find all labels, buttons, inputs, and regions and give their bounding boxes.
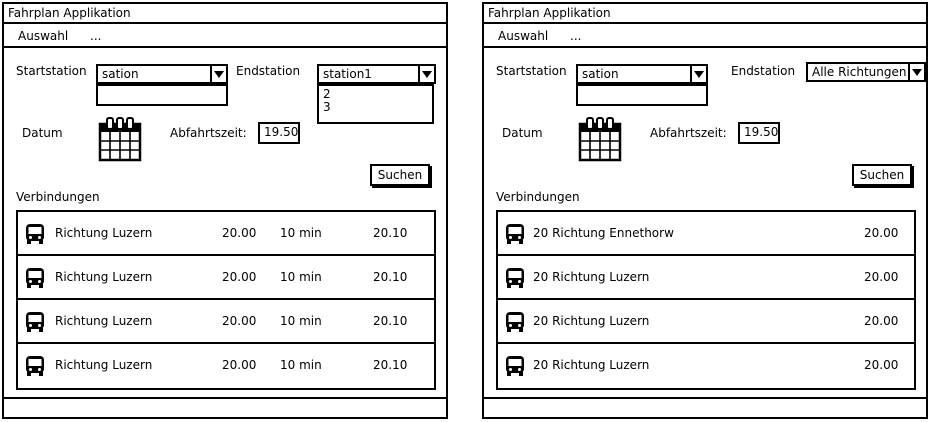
connection-direction: 20 Richtung Ennethorw <box>533 226 674 240</box>
connection-direction: 20 Richtung Luzern <box>533 314 650 328</box>
connection-arrival: 20.10 <box>373 314 408 328</box>
connections-label: Verbindungen <box>16 190 100 204</box>
connection-row[interactable]: Richtung Luzern 20.00 10 min 20.10 <box>18 300 434 344</box>
connection-departure: 20.00 <box>864 270 899 284</box>
connection-departure: 20.00 <box>222 314 257 328</box>
end-station-label: Endstation <box>731 64 796 78</box>
menu-bar: Auswahl ... <box>4 26 446 48</box>
connections-list: Richtung Luzern 20.00 10 min 20.10 Richt… <box>16 210 436 390</box>
departure-time-input[interactable]: 19.50 <box>738 122 780 144</box>
connection-direction: 20 Richtung Luzern <box>533 270 650 284</box>
connection-departure: 20.00 <box>222 226 257 240</box>
bus-icon <box>506 356 524 376</box>
start-station-value: sation <box>582 67 619 81</box>
connection-direction: Richtung Luzern <box>55 226 153 240</box>
chevron-down-icon[interactable] <box>418 66 434 82</box>
search-button[interactable]: Suchen <box>852 164 912 186</box>
window-left: Fahrplan Applikation Auswahl ... Startst… <box>2 2 448 419</box>
connection-direction: Richtung Luzern <box>55 314 153 328</box>
connections-list: 20 Richtung Ennethorw 20.00 20 Richtung … <box>496 210 916 390</box>
connection-direction: Richtung Luzern <box>55 358 153 372</box>
connection-row[interactable]: 20 Richtung Luzern 20.00 <box>498 300 914 344</box>
start-station-label: Startstation <box>16 64 87 78</box>
window-title: Fahrplan Applikation <box>484 4 926 24</box>
connection-departure: 20.00 <box>864 358 899 372</box>
window-right: Fahrplan Applikation Auswahl ... Startst… <box>482 2 928 419</box>
connection-departure: 20.00 <box>864 314 899 328</box>
option-item[interactable]: 2 <box>323 88 428 101</box>
connection-arrival: 20.10 <box>373 358 408 372</box>
start-station-label: Startstation <box>496 64 567 78</box>
connection-row[interactable]: 20 Richtung Luzern 20.00 <box>498 256 914 300</box>
option-item[interactable]: 3 <box>323 101 428 114</box>
bus-icon <box>506 312 524 332</box>
menu-item-auswahl[interactable]: Auswahl <box>498 29 548 43</box>
menu-item-more[interactable]: ... <box>90 29 101 43</box>
end-station-value: Alle Richtungen <box>812 65 907 79</box>
connection-departure: 20.00 <box>864 226 899 240</box>
connection-duration: 10 min <box>280 314 322 328</box>
start-station-dropdown[interactable]: sation <box>576 64 708 84</box>
bus-icon <box>26 356 44 376</box>
connection-arrival: 20.10 <box>373 270 408 284</box>
calendar-icon[interactable] <box>578 116 622 162</box>
bus-icon <box>26 268 44 288</box>
start-station-suggestions[interactable] <box>96 84 228 106</box>
bus-icon <box>26 224 44 244</box>
date-label: Datum <box>502 126 543 140</box>
end-station-value: station1 <box>323 67 372 81</box>
app-title: Fahrplan Applikation <box>488 6 611 20</box>
end-station-options: 2 3 <box>317 84 434 124</box>
connection-direction: 20 Richtung Luzern <box>533 358 650 372</box>
app-title: Fahrplan Applikation <box>8 6 131 20</box>
connection-row[interactable]: Richtung Luzern 20.00 10 min 20.10 <box>18 256 434 300</box>
connection-duration: 10 min <box>280 270 322 284</box>
connection-duration: 10 min <box>280 358 322 372</box>
end-station-dropdown[interactable]: Alle Richtungen <box>806 62 926 82</box>
menu-item-more[interactable]: ... <box>570 29 581 43</box>
window-title: Fahrplan Applikation <box>4 4 446 24</box>
menu-item-auswahl[interactable]: Auswahl <box>18 29 68 43</box>
date-label: Datum <box>22 126 63 140</box>
search-button[interactable]: Suchen <box>370 164 430 186</box>
connection-departure: 20.00 <box>222 358 257 372</box>
start-station-value: sation <box>102 67 139 81</box>
connections-label: Verbindungen <box>496 190 580 204</box>
chevron-down-icon[interactable] <box>690 66 706 82</box>
start-station-suggestions[interactable] <box>576 84 708 106</box>
connection-row[interactable]: Richtung Luzern 20.00 10 min 20.10 <box>18 344 434 388</box>
status-bar <box>484 397 926 417</box>
end-station-label: Endstation <box>236 64 301 78</box>
departure-time-label: Abfahrtszeit: <box>650 126 727 140</box>
chevron-down-icon[interactable] <box>908 64 924 80</box>
calendar-icon[interactable] <box>98 116 142 162</box>
end-station-dropdown[interactable]: station1 <box>317 64 436 84</box>
bus-icon <box>506 268 524 288</box>
connection-arrival: 20.10 <box>373 226 408 240</box>
connection-row[interactable]: Richtung Luzern 20.00 10 min 20.10 <box>18 212 434 256</box>
chevron-down-icon[interactable] <box>210 66 226 82</box>
bus-icon <box>26 312 44 332</box>
connection-direction: Richtung Luzern <box>55 270 153 284</box>
departure-time-input[interactable]: 19.50 <box>258 122 300 144</box>
bus-icon <box>506 224 524 244</box>
connection-row[interactable]: 20 Richtung Luzern 20.00 <box>498 344 914 388</box>
connection-duration: 10 min <box>280 226 322 240</box>
connection-departure: 20.00 <box>222 270 257 284</box>
departure-time-label: Abfahrtszeit: <box>170 126 247 140</box>
connection-row[interactable]: 20 Richtung Ennethorw 20.00 <box>498 212 914 256</box>
status-bar <box>4 397 446 417</box>
menu-bar: Auswahl ... <box>484 26 926 48</box>
start-station-dropdown[interactable]: sation <box>96 64 228 84</box>
